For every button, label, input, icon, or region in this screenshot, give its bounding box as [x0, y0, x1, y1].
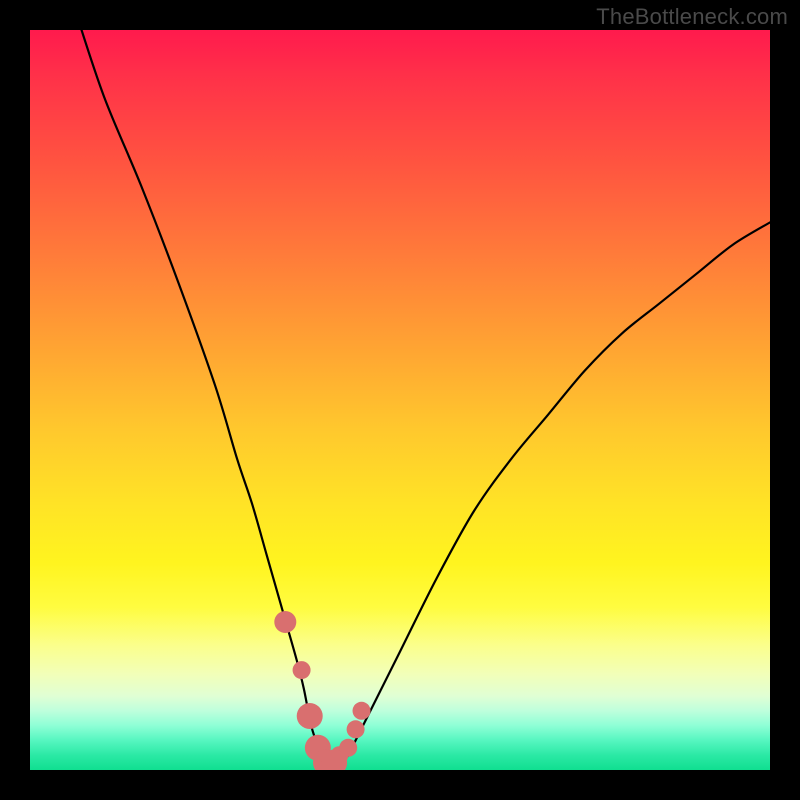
watermark-text: TheBottleneck.com	[596, 4, 788, 30]
marker-point	[274, 611, 296, 633]
chart-frame: TheBottleneck.com	[0, 0, 800, 800]
marker-point	[347, 720, 365, 738]
marker-point	[353, 702, 371, 720]
marker-point	[293, 661, 311, 679]
chart-svg	[30, 30, 770, 770]
bottleneck-curve	[74, 30, 770, 764]
marker-point	[297, 703, 323, 729]
plot-area	[30, 30, 770, 770]
